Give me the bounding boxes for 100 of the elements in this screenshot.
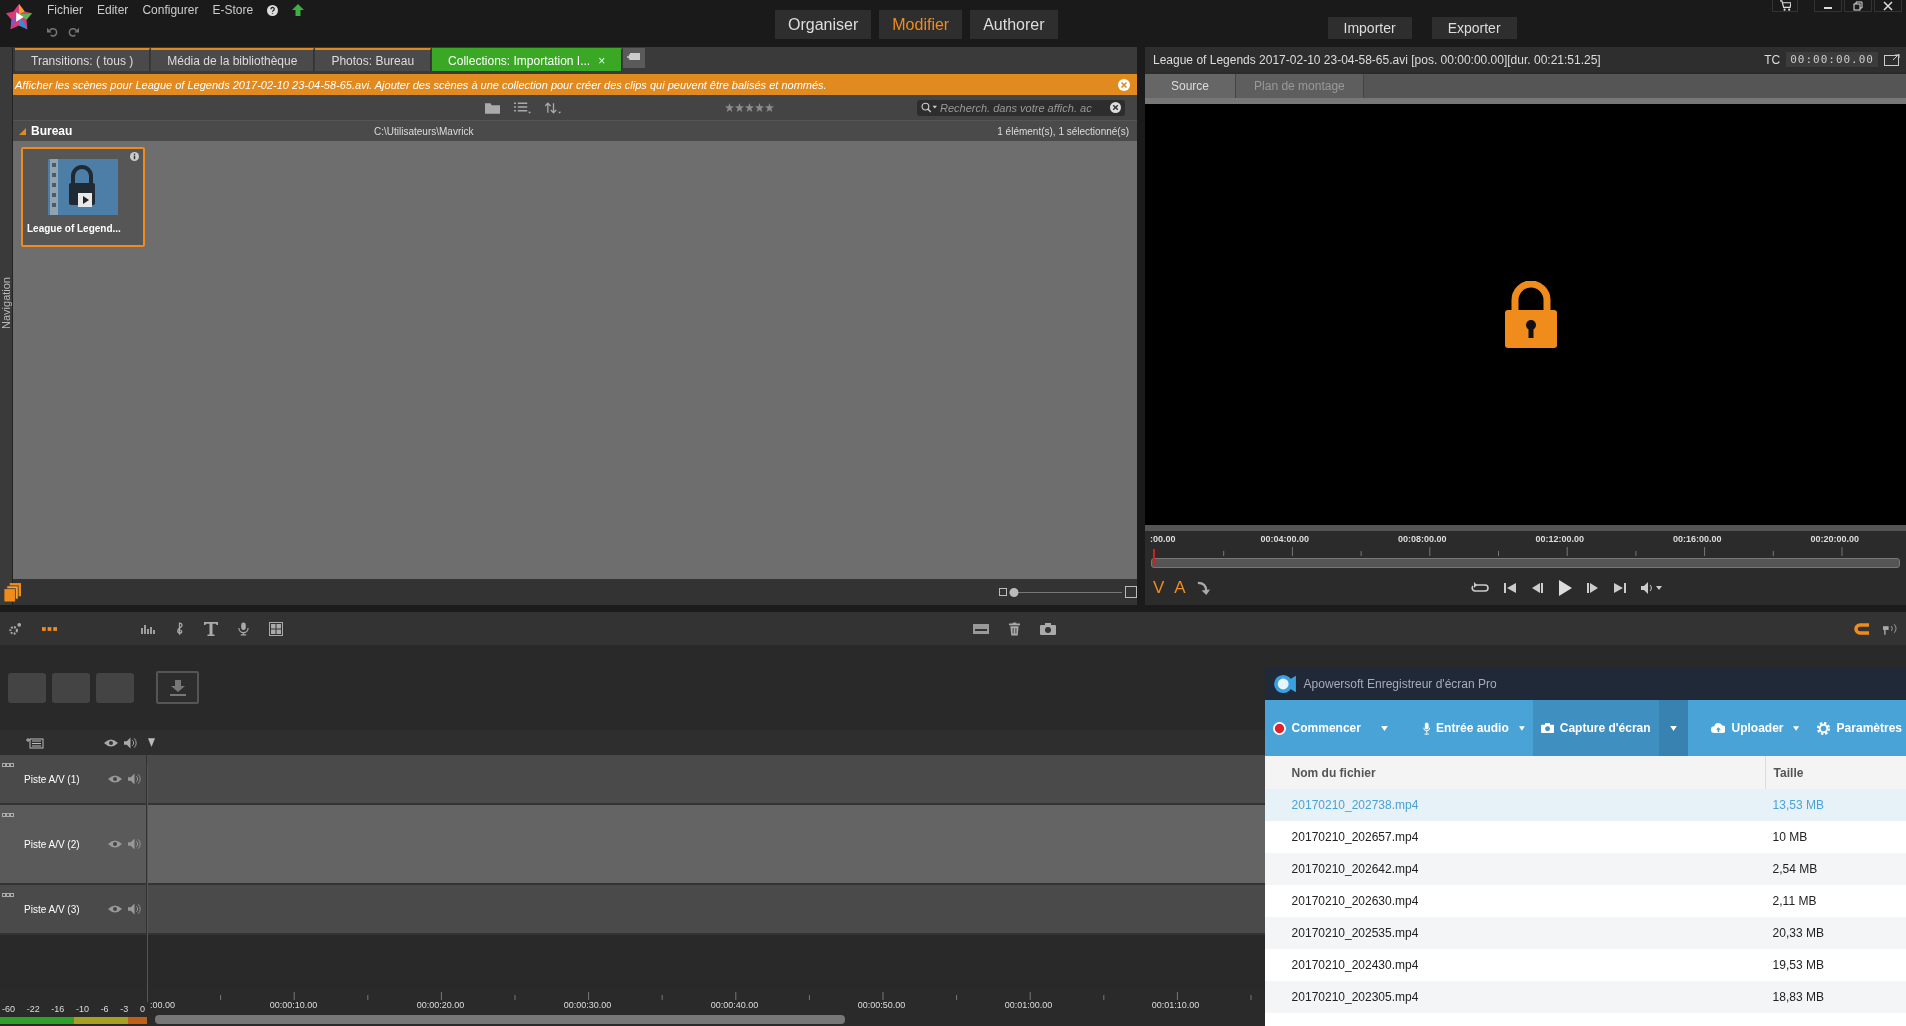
file-size: 19,53 MB: [1771, 957, 1825, 974]
volume-icon[interactable]: [1640, 582, 1663, 594]
cart-button[interactable]: [1772, 0, 1798, 12]
skip-start-icon[interactable]: [1503, 582, 1516, 594]
folder-icon[interactable]: [485, 101, 500, 114]
menu-item[interactable]: Fichier: [47, 3, 83, 17]
info-icon[interactable]: [130, 152, 139, 161]
track-toggle[interactable]: V: [1153, 578, 1165, 598]
more-icon[interactable]: [42, 626, 57, 631]
track-handle-icon[interactable]: [2, 763, 14, 767]
ruler-label: 00:12:00.00: [1534, 534, 1585, 544]
audio-mixer-icon[interactable]: [141, 623, 155, 634]
menu-item[interactable]: Editer: [97, 3, 129, 17]
playhead-marker-icon[interactable]: [148, 738, 155, 747]
close-button[interactable]: [1874, 0, 1902, 12]
file-row[interactable]: 20170210_202642.mp4 2,54 MB: [1264, 853, 1906, 885]
timecode-field[interactable]: 00:00:00.00: [1786, 52, 1878, 67]
rating-star-icon[interactable]: [725, 103, 734, 112]
rating-star-icon[interactable]: [735, 103, 744, 112]
settings-icon[interactable]: [9, 622, 22, 635]
search-field[interactable]: Recherch. dans votre affich. ac: [917, 99, 1125, 116]
caret-icon: [1518, 725, 1525, 731]
rating-star-icon[interactable]: [765, 103, 774, 112]
track-header[interactable]: Piste A/V (1): [0, 755, 147, 803]
search-icon[interactable]: [921, 102, 937, 113]
help-icon[interactable]: [267, 4, 279, 16]
camera-icon[interactable]: [1040, 622, 1056, 635]
close-icon[interactable]: [1118, 78, 1130, 91]
clear-icon[interactable]: [1110, 102, 1121, 113]
media-thumbnail[interactable]: League of Legend...: [21, 147, 145, 247]
file-name: 20170210_202738.mp4: [1290, 798, 1420, 812]
sort-icon[interactable]: [545, 101, 562, 114]
list-view-icon[interactable]: [514, 101, 531, 114]
menu-item[interactable]: E-Store: [212, 3, 254, 17]
skip-end-icon[interactable]: [1613, 582, 1626, 594]
curved-arrow-icon[interactable]: [1195, 580, 1211, 596]
horizontal-scrollbar[interactable]: [155, 1015, 845, 1024]
loop-icon[interactable]: [1470, 582, 1489, 594]
storyboard-icon[interactable]: [973, 623, 989, 634]
redo-icon[interactable]: [68, 26, 79, 37]
library-tab[interactable]: Transitions: ( tous ): [15, 48, 151, 71]
minimize-button[interactable]: [1814, 0, 1842, 12]
file-row[interactable]: 20170210_202535.mp4 20,33 MB: [1264, 917, 1906, 949]
locked-video-icon: [48, 159, 118, 215]
track-handle-icon[interactable]: [2, 813, 14, 817]
download-button[interactable]: [156, 671, 199, 704]
stacked-pages-icon[interactable]: [4, 582, 21, 602]
minimize-icon: [1824, 7, 1832, 9]
popout-icon[interactable]: [1884, 53, 1900, 66]
mode-tab[interactable]: Authorer: [970, 10, 1058, 39]
track-header[interactable]: Piste A/V (2): [0, 805, 147, 883]
track-name: Piste A/V (3): [24, 903, 81, 915]
rating-star-icon[interactable]: [745, 103, 754, 112]
mode-tab[interactable]: Modifier: [879, 10, 963, 39]
speaker-icon[interactable]: [128, 773, 141, 785]
music-note-icon[interactable]: [175, 621, 184, 636]
eye-icon[interactable]: [108, 905, 122, 913]
microphone-icon[interactable]: [238, 621, 249, 636]
title-text-icon[interactable]: [204, 621, 218, 636]
track-handle-icon[interactable]: [2, 893, 14, 897]
audio-scrub-icon[interactable]: [1883, 622, 1898, 635]
menu-item[interactable]: Configurer: [142, 3, 199, 17]
update-arrow-icon[interactable]: [292, 4, 305, 16]
play-icon[interactable]: [1557, 580, 1572, 596]
small-size-icon[interactable]: [999, 588, 1007, 596]
magnet-icon[interactable]: [1853, 622, 1869, 635]
track-header[interactable]: Piste A/V (3): [0, 885, 147, 933]
track-toggle[interactable]: A: [1174, 578, 1186, 598]
step-forward-icon[interactable]: [1586, 582, 1599, 594]
action-button[interactable]: Importer: [1327, 17, 1412, 39]
speaker-icon[interactable]: [124, 736, 137, 749]
eye-icon[interactable]: [108, 840, 122, 848]
trash-icon[interactable]: [1009, 621, 1020, 636]
meter-label: -3: [120, 1004, 129, 1014]
add-track-icon[interactable]: [26, 736, 44, 749]
large-size-icon[interactable]: [1125, 586, 1137, 598]
file-size: 18,83 MB: [1771, 989, 1825, 1006]
eye-icon[interactable]: [104, 738, 118, 747]
action-button[interactable]: Exporter: [1431, 17, 1517, 39]
player-tab[interactable]: Source: [1145, 74, 1237, 98]
restore-button[interactable]: [1844, 0, 1872, 12]
undo-icon[interactable]: [47, 26, 58, 37]
caret-icon: [1793, 725, 1800, 731]
file-name: 20170210_202642.mp4: [1290, 862, 1420, 876]
file-row[interactable]: 20170210_202305.mp4 18,83 MB: [1264, 981, 1906, 1013]
speaker-icon[interactable]: [128, 903, 141, 915]
toolbar-button[interactable]: Capture d'écran: [1532, 700, 1659, 756]
info-message: Afficher les scènes pour League of Legends 2017-02-10 23-04-58-65.avi. Ajouter des scènes à une collection pour créer des clips qui peuvent être balisés et nommés.: [15, 78, 827, 91]
folder-name[interactable]: Bureau: [13, 124, 374, 138]
column-header[interactable]: Nom du fichier: [1264, 765, 1765, 780]
library-tab[interactable]: Média de la bibliothèque: [151, 48, 315, 71]
add-tab-button[interactable]: [623, 48, 646, 68]
rating-star-icon[interactable]: [755, 103, 764, 112]
mode-tab[interactable]: Organiser: [775, 10, 872, 39]
step-back-icon[interactable]: [1530, 582, 1543, 594]
library-tab[interactable]: Photos: Bureau: [315, 48, 432, 71]
meter-label: -22: [26, 1004, 40, 1014]
navigation-tab[interactable]: Navigation: [0, 47, 13, 605]
eye-icon[interactable]: [108, 775, 122, 783]
grid-view-icon[interactable]: [269, 621, 283, 636]
